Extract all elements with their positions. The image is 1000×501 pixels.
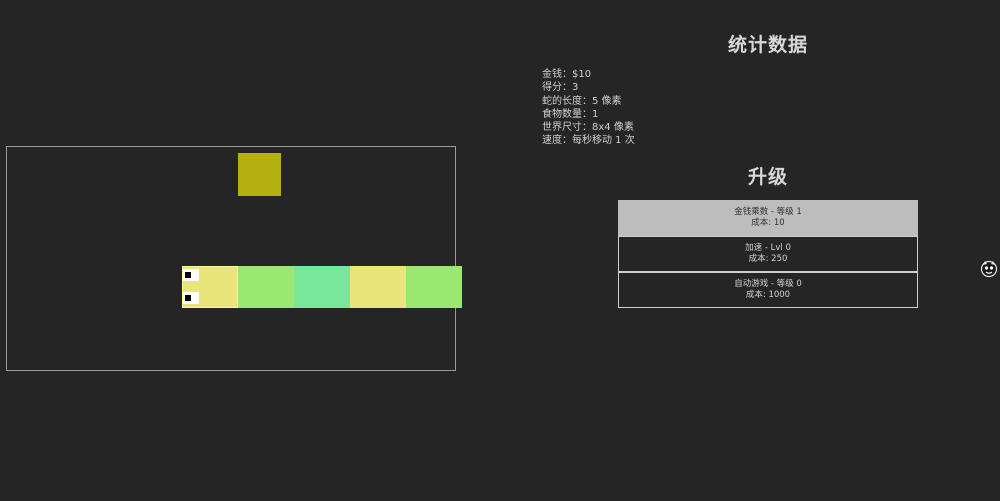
upgrade-name: 自动游戏 - 等级 0 xyxy=(734,279,802,289)
snake-head xyxy=(182,266,238,308)
stat-label: 蛇的长度 xyxy=(542,95,582,107)
snake-segment xyxy=(406,266,462,308)
stat-line: 世界尺寸：8x4 像素 xyxy=(542,121,635,134)
stat-separator: ： xyxy=(582,95,592,107)
stat-label: 食物数量 xyxy=(542,108,582,120)
stat-line: 食物数量：1 xyxy=(542,108,635,121)
stat-label: 得分 xyxy=(542,82,562,94)
upgrade-name: 加速 - Lvl 0 xyxy=(745,243,791,253)
snake-pupil xyxy=(185,295,191,301)
stat-value: 1 xyxy=(592,108,599,120)
stat-separator: ： xyxy=(562,69,572,80)
stat-value: 3 xyxy=(572,82,579,94)
upgrade-button[interactable]: 加速 - Lvl 0 成本: 250 xyxy=(618,236,918,272)
snake-segment xyxy=(350,266,406,308)
game-board[interactable] xyxy=(6,146,462,371)
stat-label: 速度 xyxy=(542,135,562,147)
upgrade-name: 金钱乘数 - 等级 1 xyxy=(734,207,802,217)
stat-separator: ： xyxy=(582,108,592,120)
stat-line: 得分：3 xyxy=(542,81,635,94)
mascot-icon[interactable] xyxy=(979,258,999,278)
stat-label: 世界尺寸 xyxy=(542,122,582,134)
stat-line: 金钱：$10 xyxy=(542,68,635,81)
stats-title: 统计数据 xyxy=(727,34,808,56)
upgrade-button[interactable]: 金钱乘数 - 等级 1 成本: 10 xyxy=(618,200,918,236)
snake-segment xyxy=(294,266,350,308)
stat-separator: ： xyxy=(562,82,572,94)
snake-segment xyxy=(238,266,294,308)
upgrade-button[interactable]: 自动游戏 - 等级 0 成本: 1000 xyxy=(618,272,918,308)
upgrades-title: 升级 xyxy=(747,166,788,188)
snake-pupil xyxy=(185,272,191,278)
stat-separator: ： xyxy=(562,135,572,147)
stat-label: 金钱 xyxy=(542,69,562,80)
stat-value: $10 xyxy=(572,69,592,80)
stat-line: 速度：每秒移动 1 次 xyxy=(542,134,635,147)
food-pellet xyxy=(238,153,281,196)
stat-line: 蛇的长度：5 像素 xyxy=(542,95,635,108)
snake-eye xyxy=(183,292,199,304)
snake-eye xyxy=(183,269,199,281)
upgrade-cost: 成本: 10 xyxy=(751,218,785,228)
stat-value: 8x4 像素 xyxy=(592,122,634,134)
upgrade-cost: 成本: 250 xyxy=(748,254,788,264)
stat-separator: ： xyxy=(582,122,592,134)
stats-panel: 金钱：$10 得分：3 蛇的长度：5 像素 食物数量：1 世界尺寸：8x4 像素 速度：每… xyxy=(542,68,635,148)
stat-value: 5 像素 xyxy=(592,95,622,107)
stat-value: 每秒移动 1 次 xyxy=(572,135,635,147)
upgrade-cost: 成本: 1000 xyxy=(745,290,791,300)
